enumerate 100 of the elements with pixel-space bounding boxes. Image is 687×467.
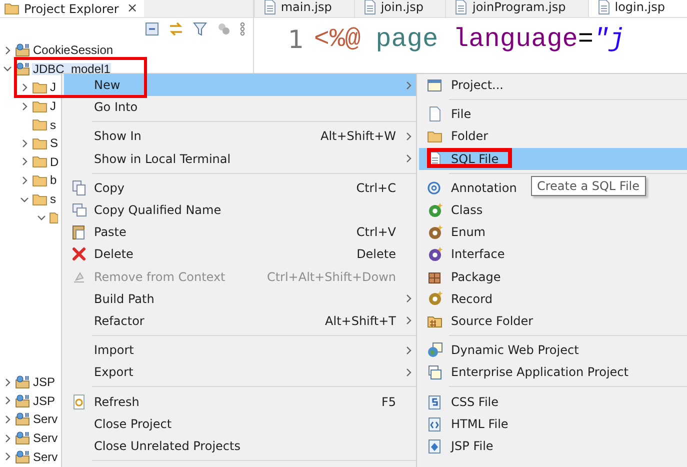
menu-item[interactable]: CSS File [419, 390, 505, 413]
menu-item[interactable]: Dynamic Web Project [419, 339, 585, 362]
file-icon [262, 0, 277, 15]
menu-item[interactable]: Go Into [64, 96, 416, 118]
menu-item[interactable]: Refresh F5 [64, 390, 416, 413]
circle-icon [428, 291, 442, 306]
project-icon [15, 43, 31, 58]
menu-item[interactable]: Record [419, 288, 498, 310]
menu-item[interactable]: Show In Alt+Shift+W [64, 125, 416, 148]
refresh-icon [71, 394, 87, 410]
line-number: 1 [286, 24, 305, 54]
tree-item[interactable]: D [49, 156, 60, 168]
menu-item[interactable]: Enum [419, 221, 492, 244]
shortcut-text: Ctrl+C [356, 180, 397, 195]
code-token: <%@ [314, 24, 361, 54]
circles-icon [216, 21, 232, 37]
tree-item[interactable]: S [49, 137, 60, 150]
file-icon [454, 0, 468, 15]
folder-icon [32, 80, 48, 94]
globe-icon [427, 342, 443, 358]
at-sign-icon [427, 180, 443, 196]
code-token: page [376, 24, 438, 54]
code-token: = [578, 24, 594, 54]
menu-item[interactable]: Source Folder [419, 310, 540, 332]
shortcut-text: Ctrl+Alt+Shift+Down [266, 270, 397, 284]
menu-item[interactable]: Close Project [64, 412, 416, 435]
project-icon [15, 431, 31, 446]
view-title: Project Explorer [24, 2, 119, 16]
menu-item[interactable]: Enterprise Application Project [419, 361, 634, 384]
tree-item[interactable]: s [49, 193, 57, 206]
css-file-icon [427, 394, 443, 410]
menu-item[interactable]: File [419, 103, 478, 126]
copy-icon [71, 180, 87, 196]
document-icon [428, 106, 442, 122]
shortcut-text: Delete [356, 247, 397, 262]
menu-item[interactable]: Close Unrelated Projects [64, 434, 416, 457]
explorer-icon [4, 2, 20, 15]
code-token: "j [594, 24, 625, 54]
tree-item[interactable]: JSP [32, 394, 56, 407]
circle-icon [428, 246, 442, 262]
window-icon [427, 77, 443, 94]
file-icon [362, 0, 377, 15]
delete-icon [71, 246, 87, 262]
menu-item[interactable]: Show in Local Terminal [64, 148, 416, 170]
view-tab[interactable]: Project Explorer × [0, 0, 144, 17]
menu-item[interactable]: Build Path [64, 288, 416, 310]
menu-item[interactable]: Package [419, 266, 507, 288]
menu-item[interactable]: Export [64, 361, 416, 384]
folder-icon [32, 174, 48, 187]
link-icon [168, 21, 184, 37]
menu-item[interactable]: Interface [419, 243, 511, 266]
circle-icon [428, 224, 442, 240]
menu-item[interactable]: Import [64, 339, 416, 362]
code-token: language [453, 24, 578, 54]
tooltip: Create a SQL File [531, 176, 646, 196]
tree-item[interactable]: b [49, 174, 58, 186]
html-file-icon [427, 416, 443, 432]
window-icon [427, 364, 443, 380]
folder-icon [32, 155, 48, 168]
editor-tab[interactable]: login.jsp [588, 0, 687, 17]
menu-item[interactable]: Refactor Alt+Shift+T [64, 310, 416, 332]
editor-tab[interactable]: join.jsp [354, 0, 446, 17]
tree-item[interactable]: J [49, 100, 57, 112]
menu-item[interactable]: JSP File [419, 434, 500, 457]
menu-item[interactable]: Project... [419, 74, 510, 96]
folder-icon [32, 136, 48, 150]
shortcut-text: F5 [381, 394, 397, 409]
menu-item[interactable]: New [64, 74, 416, 96]
shortcut-text: Alt+Shift+T [325, 314, 397, 328]
folder-icon [32, 192, 48, 206]
tree-item[interactable]: Serv [32, 450, 59, 463]
tree-item[interactable]: Serv [32, 432, 59, 444]
project-icon [15, 450, 31, 464]
copy-icon [71, 202, 87, 218]
menu-item[interactable]: Paste Ctrl+V [64, 221, 416, 244]
more-icon[interactable] [240, 22, 245, 36]
menu-item[interactable]: Copy Ctrl+C [64, 176, 416, 199]
shortcut-text: Alt+Shift+W [320, 129, 397, 144]
menu-item[interactable]: Copy Qualified Name [64, 198, 416, 222]
folder-icon [32, 100, 48, 113]
menu-item[interactable]: Annotation [419, 176, 523, 199]
tree-item[interactable]: CookieSession [32, 44, 114, 56]
shortcut-text: Ctrl+V [356, 225, 397, 240]
tree-item[interactable]: JSP [32, 376, 56, 388]
menu-item[interactable]: Delete Delete [64, 243, 416, 266]
menu-item[interactable]: Folder [419, 125, 494, 148]
folder-icon [32, 118, 48, 132]
tree-item[interactable]: JDBC_model1 [32, 62, 112, 75]
tree-item[interactable]: Serv [32, 413, 59, 426]
menu-item[interactable]: Class [419, 198, 489, 222]
file-icon [596, 0, 611, 15]
folder-icon [49, 211, 58, 224]
close-button[interactable]: × [126, 1, 138, 16]
project-icon [15, 412, 31, 426]
jsp-file-icon [427, 438, 443, 454]
folder-icon [427, 130, 443, 143]
menu-item[interactable]: HTML File [419, 412, 514, 435]
tree-item[interactable]: s [49, 118, 57, 131]
project-icon [15, 394, 31, 408]
tree-item[interactable]: J [49, 81, 57, 94]
